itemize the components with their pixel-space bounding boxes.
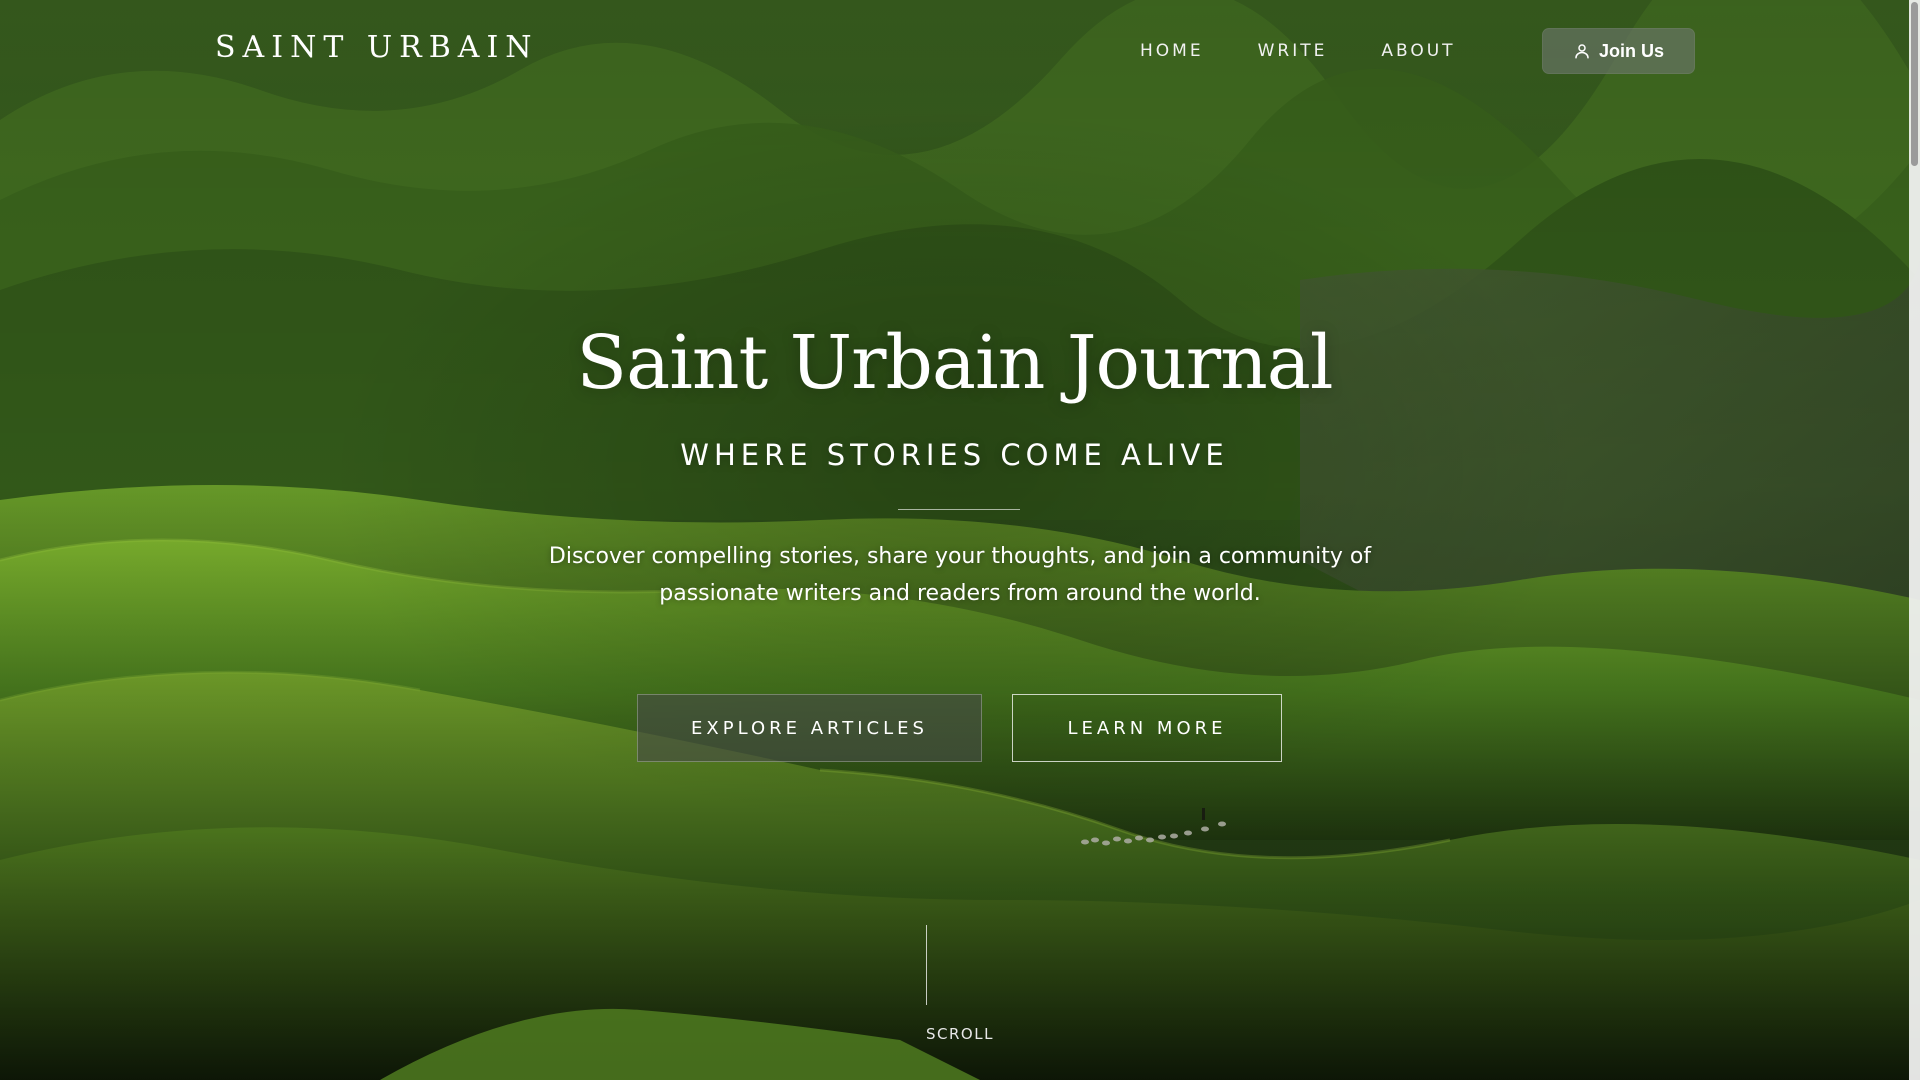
nav-link-home[interactable]: HOME	[1140, 41, 1204, 61]
join-us-button[interactable]: Join Us	[1542, 28, 1695, 74]
brand-logo[interactable]: SAINT URBAIN	[215, 30, 539, 65]
scrollbar-thumb[interactable]	[1911, 2, 1918, 166]
main-nav: HOME WRITE ABOUT	[1140, 28, 1510, 74]
user-icon	[1575, 44, 1589, 59]
learn-more-button[interactable]: LEARN MORE	[1012, 694, 1282, 762]
scroll-label[interactable]: SCROLL	[910, 1025, 1010, 1043]
page-scrollbar[interactable]	[1909, 0, 1920, 1080]
hero-divider	[898, 509, 1020, 510]
join-us-label: Join Us	[1598, 40, 1664, 61]
site-header: SAINT URBAIN HOME WRITE ABOUT Join Us	[0, 0, 1909, 102]
scroll-indicator-line	[926, 925, 927, 1005]
hero-subtitle: WHERE STORIES COME ALIVE	[680, 438, 1229, 472]
landing-page: SAINT URBAIN HOME WRITE ABOUT Join Us Sa…	[0, 0, 1920, 1080]
nav-link-write[interactable]: WRITE	[1258, 41, 1328, 61]
nav-link-about[interactable]: ABOUT	[1381, 41, 1455, 61]
explore-articles-button[interactable]: EXPLORE ARTICLES	[637, 694, 982, 762]
hero-description: Discover compelling stories, share your …	[548, 544, 1372, 606]
hero-title: Saint Urbain Journal	[576, 320, 1333, 406]
